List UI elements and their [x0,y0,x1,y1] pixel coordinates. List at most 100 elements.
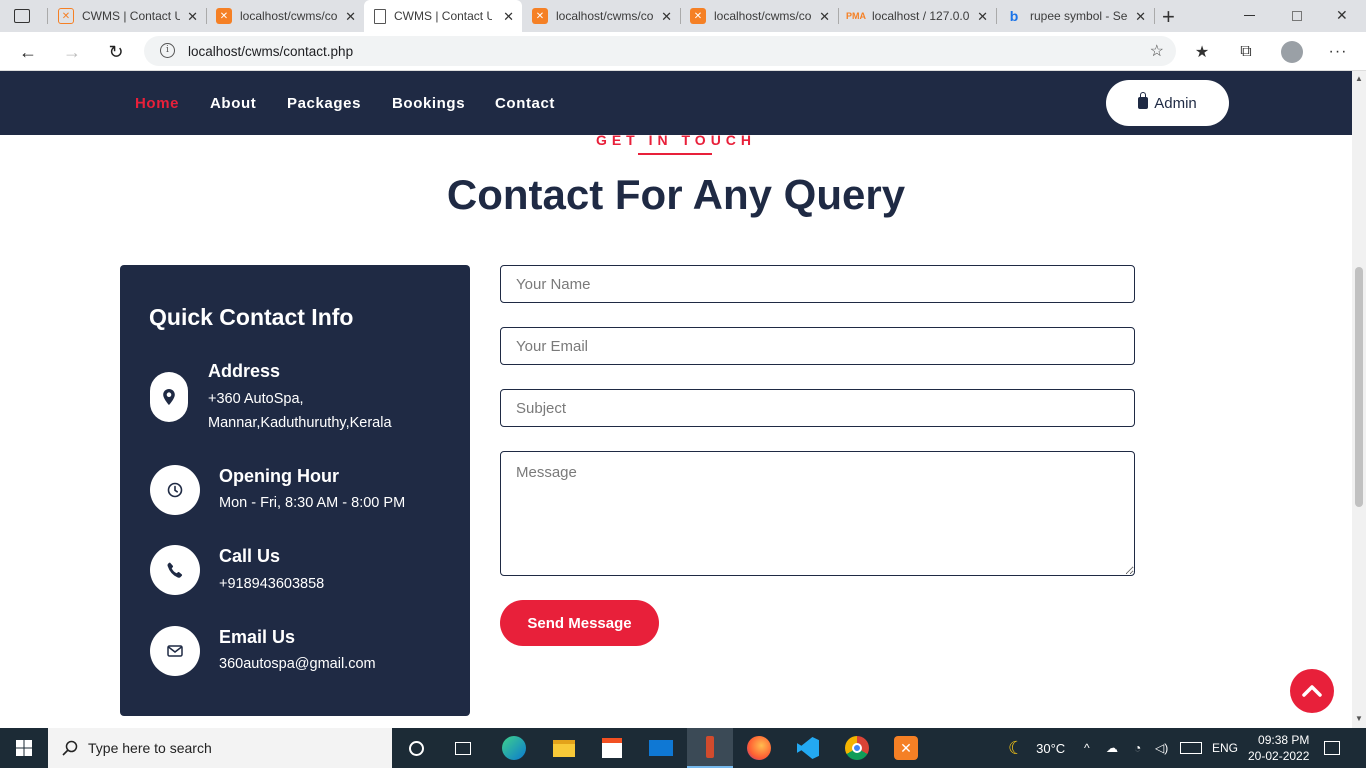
chevron-up-icon [1302,685,1322,697]
name-input[interactable] [500,265,1135,303]
language-indicator[interactable]: ENG [1212,728,1238,768]
tray-chevron-icon[interactable]: ^ [1084,728,1090,768]
search-icon [62,740,78,756]
add-favorite-icon[interactable]: ☆ [1150,41,1164,61]
page-icon [374,8,386,24]
close-icon[interactable]: ✕ [187,9,198,25]
nav-bookings[interactable]: Bookings [392,95,465,112]
tab-6[interactable]: PMA localhost / 127.0.0.1 ✕ [838,0,996,32]
subject-input[interactable] [500,389,1135,427]
page-scrollbar[interactable]: ▲ ▼ [1352,71,1366,728]
onedrive-icon[interactable]: ☁ [1106,728,1118,768]
firefox-icon[interactable] [736,728,782,768]
start-button[interactable] [0,728,48,768]
page-title: Contact For Any Query [446,171,906,218]
clock-icon [150,465,200,515]
url-text: localhost/cwms/contact.php [188,43,354,59]
wifi-icon[interactable]: ◔ [1134,728,1141,768]
opening-hour-text: Mon - Fri, 8:30 AM - 8:00 PM [219,495,406,511]
tab-5[interactable]: ✕ localhost/cwms/contact ✕ [680,0,838,32]
site-navbar: Home About Packages Bookings Contact Adm… [0,71,1352,135]
close-icon[interactable]: ✕ [977,9,988,25]
close-icon[interactable]: ✕ [819,9,830,25]
refresh-icon[interactable]: ↻ [102,38,130,66]
notifications-icon[interactable] [1324,728,1340,768]
address-bar: ← → ↻ i localhost/cwms/contact.php ☆ ★ ⧉… [0,32,1366,71]
new-tab-icon[interactable]: + [1162,4,1175,30]
file-explorer-icon[interactable] [541,728,587,768]
close-icon[interactable]: ✕ [345,9,356,25]
message-textarea[interactable] [500,451,1135,576]
search-placeholder: Type here to search [88,740,212,756]
tab-title: CWMS | Contact Us [394,9,492,23]
close-icon[interactable]: ✕ [503,9,514,25]
scroll-up-icon[interactable]: ▲ [1355,74,1363,83]
email-input[interactable] [500,327,1135,365]
moon-icon: ☾ [1008,737,1025,758]
collections-icon[interactable]: ⧉ [1232,38,1260,66]
xampp-taskbar-icon[interactable]: ✕ [883,728,929,768]
scrollbar-thumb[interactable] [1355,267,1363,507]
url-field[interactable]: i localhost/cwms/contact.php ☆ [144,36,1176,66]
mail-icon [150,626,200,676]
close-window-icon[interactable]: ✕ [1336,7,1348,24]
info-icon[interactable]: i [160,43,175,58]
xampp-icon: ✕ [216,8,232,24]
xampp-icon: ✕ [58,8,74,24]
lock-icon [1138,92,1149,109]
tab-7[interactable]: b rupee symbol - Search ✕ [996,0,1154,32]
task-view-icon[interactable] [440,728,486,768]
volume-icon[interactable]: ◁) [1155,728,1168,768]
tab-3-active[interactable]: CWMS | Contact Us ✕ [364,0,522,32]
tab-title: rupee symbol - Search [1030,9,1128,23]
edge-icon[interactable] [491,728,537,768]
restore-icon[interactable] [1292,11,1302,21]
tab-title: CWMS | Contact Us [82,9,180,23]
clock[interactable]: 09:38 PM 20-02-2022 [1248,728,1309,768]
opening-hour-label: Opening Hour [219,466,339,486]
store-icon[interactable] [589,728,635,768]
windows-taskbar: Type here to search ✕ ☾ 30°C ^ ☁ ◔ ◁) EN… [0,728,1366,768]
kicker-underline [638,153,712,155]
quick-contact-title: Quick Contact Info [149,304,354,330]
menu-dots-icon[interactable]: ··· [1324,38,1352,66]
cortana-icon[interactable] [393,728,439,768]
chrome-icon[interactable] [834,728,880,768]
map-pin-icon [150,372,188,422]
admin-button[interactable]: Admin [1106,80,1229,126]
admin-label: Admin [1154,94,1197,112]
back-icon[interactable]: ← [14,38,42,66]
address-line-1: +360 AutoSpa, [208,391,304,407]
tab-actions-icon[interactable] [14,9,30,23]
email-us-label: Email Us [219,627,296,647]
taskbar-search[interactable]: Type here to search [48,728,392,768]
phone-icon [150,545,200,595]
forward-icon[interactable]: → [58,38,86,66]
vscode-icon[interactable] [785,728,831,768]
clock-date: 20-02-2022 [1248,749,1310,763]
windows-icon [16,740,32,756]
mail-app-icon[interactable] [638,728,684,768]
scroll-down-icon[interactable]: ▼ [1355,714,1363,723]
nav-home[interactable]: Home [135,95,179,112]
nav-contact[interactable]: Contact [495,95,555,112]
clock-time: 09:38 PM [1258,733,1310,747]
back-to-top-button[interactable] [1290,669,1334,713]
minimize-icon[interactable] [1244,15,1255,16]
app-active-icon[interactable] [687,728,733,768]
close-icon[interactable]: ✕ [661,9,672,25]
tab-1[interactable]: ✕ CWMS | Contact Us ✕ [48,0,206,32]
tab-title: localhost/cwms/contact [714,9,812,23]
xampp-icon: ✕ [532,8,548,24]
close-icon[interactable]: ✕ [1135,9,1146,25]
send-message-button[interactable]: Send Message [500,600,659,646]
tab-2[interactable]: ✕ localhost/cwms/contact ✕ [206,0,364,32]
favorites-icon[interactable]: ★ [1188,38,1216,66]
keyboard-icon[interactable] [1180,728,1202,768]
profile-avatar[interactable] [1278,38,1306,66]
nav-about[interactable]: About [210,95,256,112]
weather-widget[interactable]: ☾ 30°C [1008,728,1065,768]
nav-packages[interactable]: Packages [287,95,361,112]
tab-4[interactable]: ✕ localhost/cwms/contact ✕ [522,0,680,32]
tab-title: localhost/cwms/contact [240,9,338,23]
